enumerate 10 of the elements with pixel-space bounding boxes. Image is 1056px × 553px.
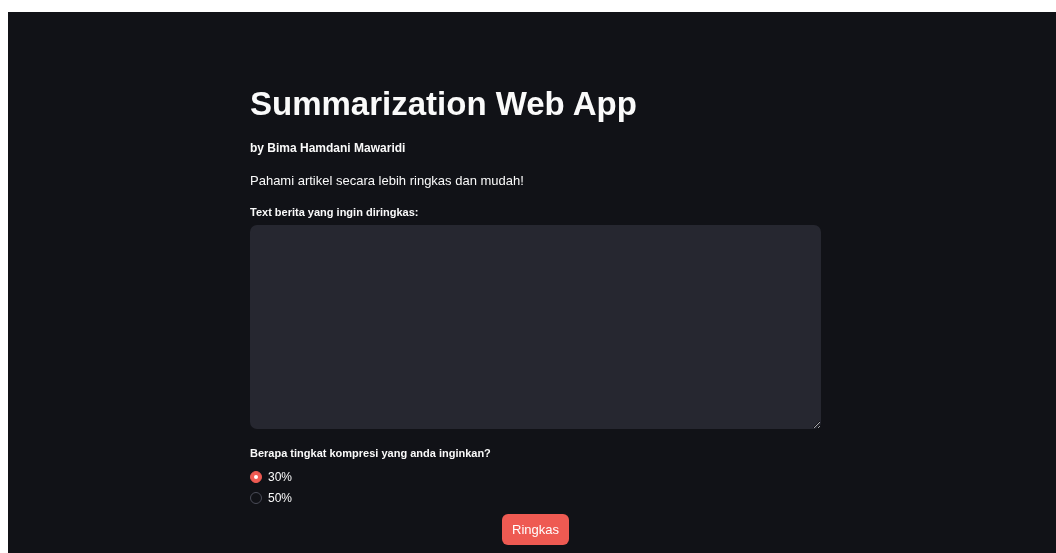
- page-title: Summarization Web App: [250, 84, 638, 124]
- radio-button[interactable]: [250, 471, 262, 483]
- radio-label[interactable]: 50%: [268, 490, 293, 506]
- question-label: Berapa tingkat kompresi yang anda inginkan?: [250, 446, 492, 460]
- text-input-field[interactable]: [250, 225, 821, 429]
- radio-button[interactable]: [250, 492, 262, 504]
- description-text: Pahami artikel secara lebih ringkas dan mudah!: [250, 173, 525, 189]
- field-label: Text berita yang ingin diringkas:: [250, 205, 420, 219]
- author-text: by Bima Hamdani Mawaridi: [250, 140, 407, 156]
- radio-label[interactable]: 30%: [268, 469, 293, 485]
